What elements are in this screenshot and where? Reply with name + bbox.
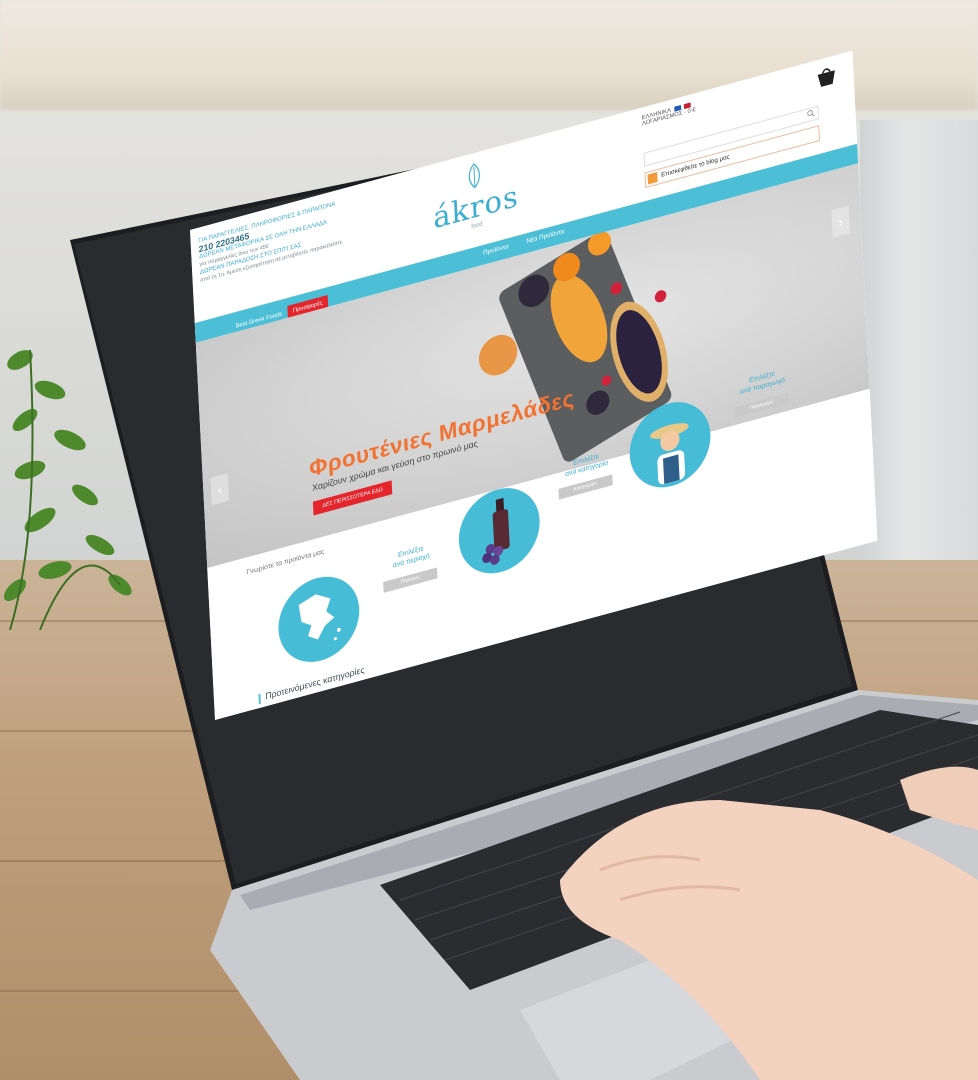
laptop: ΓΙΑ ΠΑΡΑΓΓΕΛΙΕΣ, ΠΛΗΡΟΦΟΡΙΕΣ & ΠΑΡΑΠΟΝΑ … <box>0 0 978 1080</box>
hands <box>560 766 978 1080</box>
photo-scene: ΓΙΑ ΠΑΡΑΓΓΕΛΙΕΣ, ΠΛΗΡΟΦΟΡΙΕΣ & ΠΑΡΑΠΟΝΑ … <box>0 0 978 1080</box>
